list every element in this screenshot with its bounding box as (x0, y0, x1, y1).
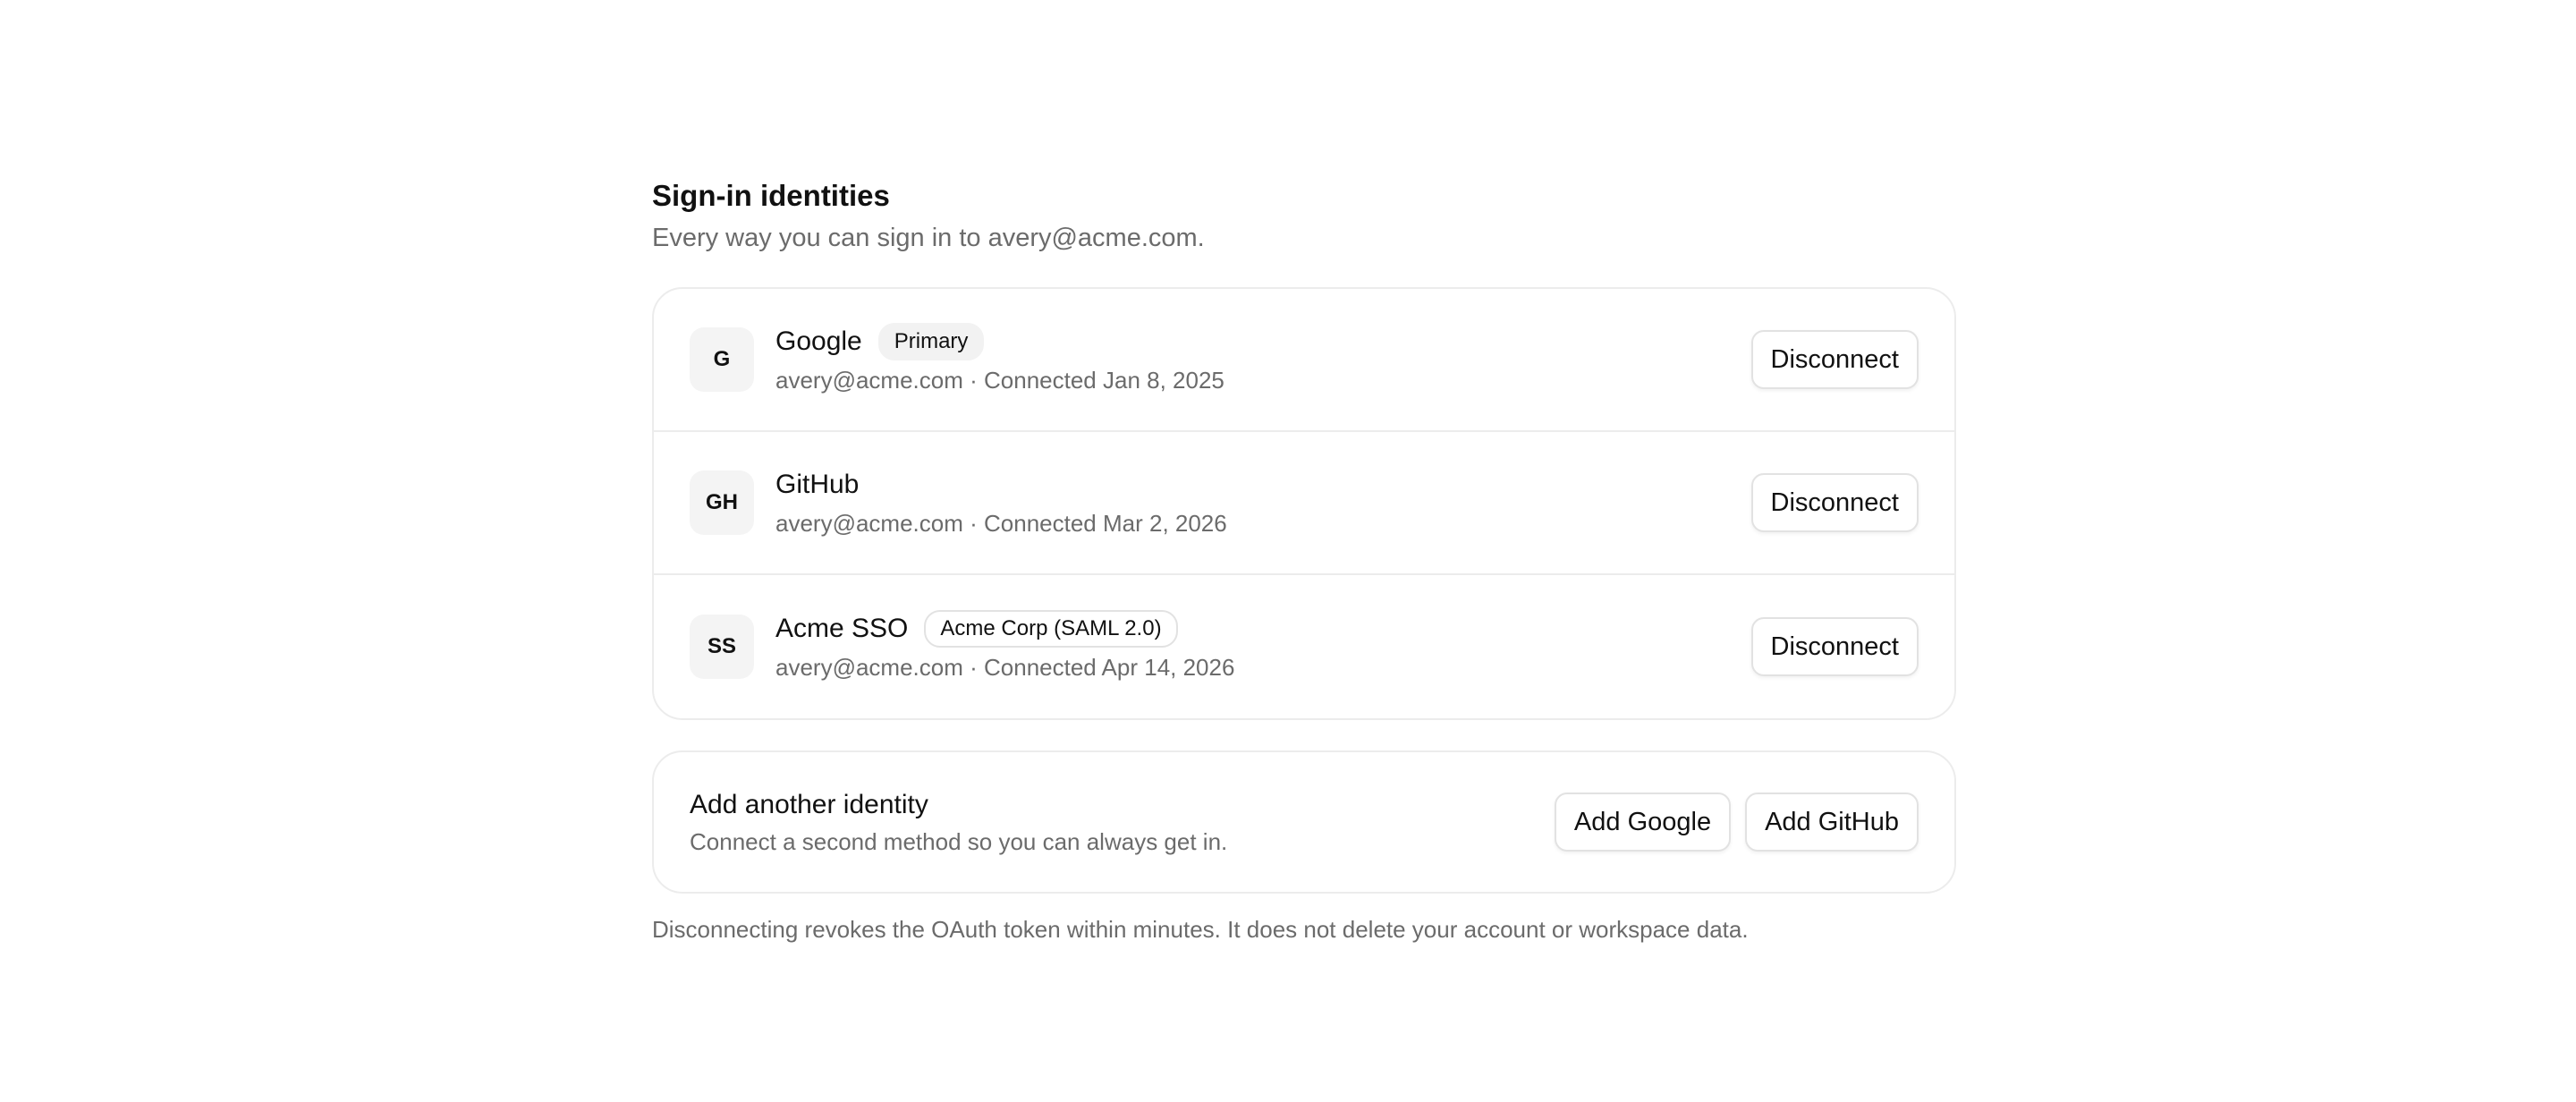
github-avatar-icon: GH (690, 470, 754, 535)
identity-name: GitHub (775, 470, 860, 499)
identity-meta: avery@acme.com · Connected Jan 8, 2025 (775, 367, 1224, 394)
section-subtitle: Every way you can sign in to avery@acme.… (652, 224, 1205, 252)
disconnect-github-button[interactable]: Disconnect (1750, 473, 1919, 532)
disconnect-footnote: Disconnecting revokes the OAuth token wi… (652, 916, 1749, 943)
sso-avatar-icon: SS (690, 615, 754, 679)
disconnect-acme-sso-button[interactable]: Disconnect (1750, 617, 1919, 676)
add-identity-card: Add another identity Connect a second me… (652, 750, 1956, 894)
add-identity-actions: Add Google Add GitHub (1554, 793, 1919, 852)
primary-badge: Primary (877, 323, 985, 360)
add-github-button[interactable]: Add GitHub (1745, 793, 1919, 852)
identity-row-acme-sso: SS Acme SSO Acme Corp (SAML 2.0) avery@a… (654, 575, 1954, 718)
add-identity-title: Add another identity (690, 790, 928, 819)
identity-info: Google Primary avery@acme.com · Connecte… (775, 323, 1751, 396)
identity-info: Acme SSO Acme Corp (SAML 2.0) avery@acme… (775, 610, 1751, 683)
identity-name: Google (775, 326, 862, 356)
identity-meta: avery@acme.com · Connected Apr 14, 2026 (775, 654, 1235, 681)
add-identity-description: Connect a second method so you can alway… (690, 828, 1228, 855)
disconnect-google-button[interactable]: Disconnect (1750, 330, 1919, 389)
identity-row-google: G Google Primary avery@acme.com · Connec… (654, 289, 1954, 432)
identity-info: GitHub avery@acme.com · Connected Mar 2,… (775, 466, 1751, 539)
identity-meta: avery@acme.com · Connected Mar 2, 2026 (775, 510, 1227, 537)
identity-row-github: GH GitHub avery@acme.com · Connected Mar… (654, 432, 1954, 575)
provider-badge: Acme Corp (SAML 2.0) (924, 610, 1178, 648)
sign-in-identities-panel: Sign-in identities Every way you can sig… (652, 175, 1956, 945)
identity-list: G Google Primary avery@acme.com · Connec… (652, 287, 1956, 720)
add-google-button[interactable]: Add Google (1554, 793, 1732, 852)
identity-name: Acme SSO (775, 614, 909, 643)
google-avatar-icon: G (690, 327, 754, 392)
section-title: Sign-in identities (652, 179, 890, 212)
